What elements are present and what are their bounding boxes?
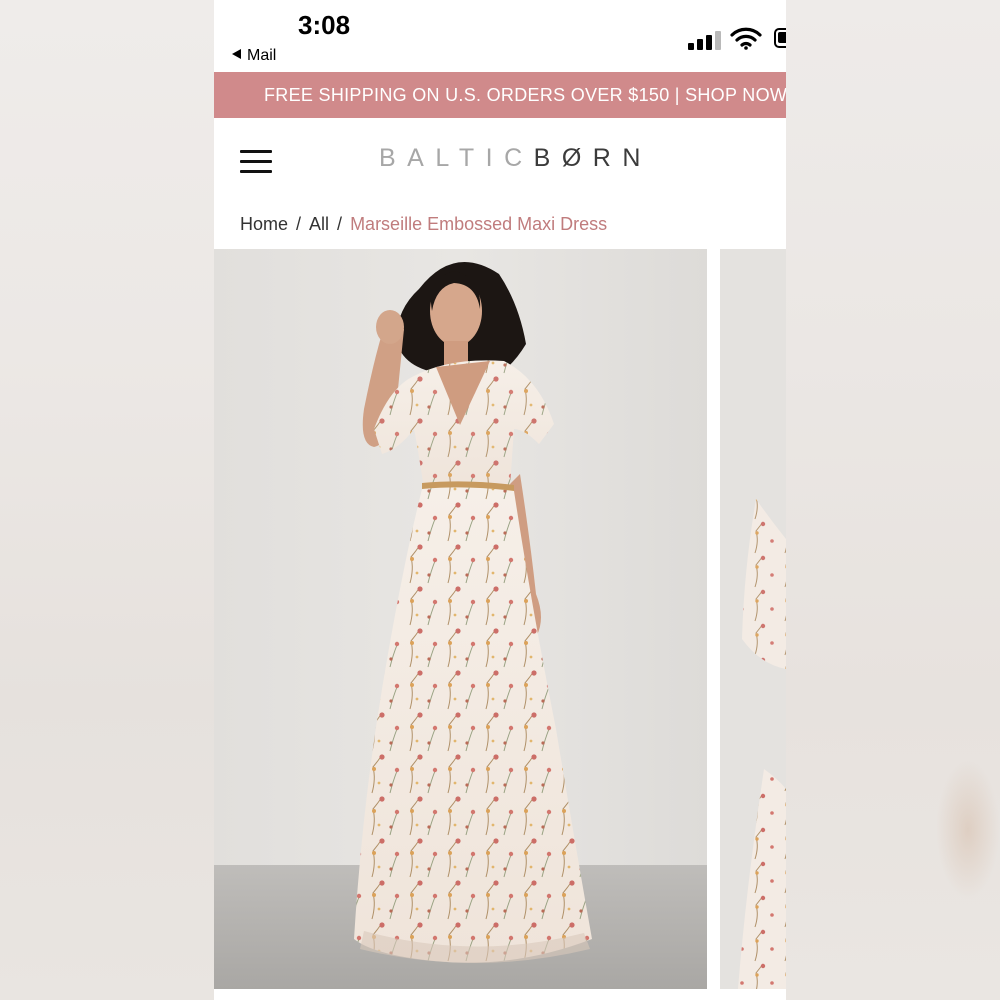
- back-triangle-icon: [232, 49, 241, 59]
- background-blur-left: [0, 0, 214, 1000]
- breadcrumb: Home / All / Marseille Embossed Maxi Dress: [240, 214, 607, 235]
- status-time: 3:08: [298, 10, 351, 40]
- promo-text: FREE SHIPPING ON U.S. ORDERS OVER $150 |…: [264, 85, 786, 105]
- background-blur-right: [786, 0, 1000, 1000]
- product-image-next[interactable]: [720, 249, 786, 989]
- back-to-mail-link[interactable]: Mail: [232, 47, 276, 65]
- breadcrumb-current: Marseille Embossed Maxi Dress: [350, 214, 608, 234]
- product-image-main[interactable]: [214, 249, 707, 989]
- phone-screen: 3:08 Mail FREE SHIPPING ON U.S. ORDERS O…: [214, 0, 786, 1000]
- breadcrumb-home[interactable]: Home: [240, 214, 288, 234]
- site-header: BALTICBØRN: [214, 118, 786, 204]
- hamburger-icon[interactable]: [240, 150, 272, 174]
- battery-icon: [774, 28, 786, 48]
- cellular-signal-icon: [688, 30, 722, 50]
- logo-part-2: BØRN: [533, 144, 652, 172]
- back-label: Mail: [247, 47, 277, 64]
- logo-part-1: BALTIC: [379, 144, 534, 172]
- breadcrumb-all[interactable]: All: [309, 214, 329, 234]
- wifi-icon: [730, 26, 762, 50]
- breadcrumb-separator: /: [337, 214, 343, 234]
- breadcrumb-separator: /: [296, 214, 302, 234]
- promo-banner[interactable]: FREE SHIPPING ON U.S. ORDERS OVER $150 |…: [214, 72, 786, 118]
- brand-logo[interactable]: BALTICBØRN: [379, 144, 652, 173]
- status-bar: 3:08 Mail: [214, 0, 786, 72]
